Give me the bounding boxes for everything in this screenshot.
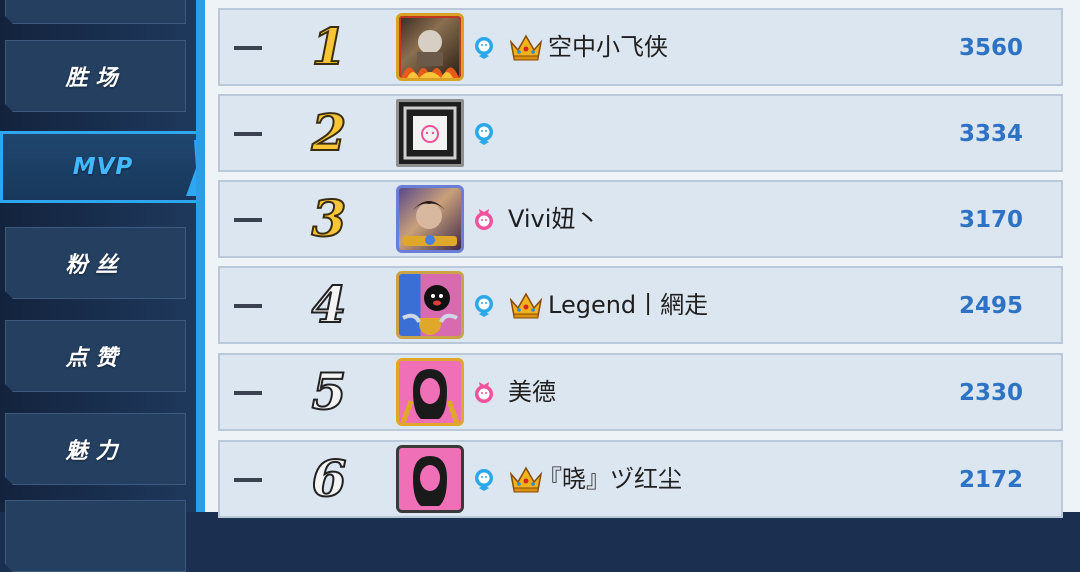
- rank-number: 6: [311, 448, 348, 509]
- sidebar-tab-charm[interactable]: 魅力: [5, 413, 186, 485]
- avatar-frame-star: [403, 201, 457, 246]
- ranking-row[interactable]: 4 Legend丨網走 2495: [218, 266, 1063, 344]
- crown-icon: [509, 292, 543, 319]
- trend-flat-icon: [234, 391, 262, 395]
- mvp-score: 2172: [958, 467, 1023, 493]
- sidebar-tab-label: 魅力: [65, 439, 126, 464]
- sidebar-tab-label: 点赞: [65, 346, 126, 371]
- sidebar-tab-fans[interactable]: 粉丝: [5, 227, 186, 299]
- trend-flat-icon: [234, 478, 262, 482]
- sidebar-tab-partial-bottom[interactable]: [5, 500, 186, 572]
- mvp-score: 3560: [958, 35, 1023, 61]
- ranking-row[interactable]: 3 Vivi妞丶 3170: [218, 180, 1063, 258]
- avatar[interactable]: [396, 358, 464, 426]
- mvp-score: 3334: [958, 121, 1023, 147]
- trend-flat-icon: [234, 218, 262, 222]
- mvp-score: 3170: [958, 207, 1023, 233]
- player-name: 『晓』ヅ红尘: [538, 465, 682, 493]
- trend-flat-icon: [234, 46, 262, 50]
- crown-icon: [509, 34, 543, 61]
- male-icon: [475, 295, 493, 317]
- sidebar-tab-label: 胜场: [65, 66, 126, 91]
- female-icon: [475, 382, 493, 403]
- female-icon: [475, 209, 493, 230]
- avatar[interactable]: [396, 271, 464, 339]
- player-name: Vivi妞丶: [508, 205, 600, 233]
- avatar[interactable]: [396, 185, 464, 253]
- rank-number: 5: [311, 361, 348, 422]
- mvp-score: 2330: [958, 380, 1023, 406]
- sidebar-tab-wins[interactable]: 胜场: [5, 40, 186, 112]
- sidebar-rail: [196, 0, 205, 512]
- male-icon: [475, 37, 493, 59]
- sidebar-tab-mvp[interactable]: MVP: [0, 131, 206, 203]
- player-name: 美德: [508, 378, 556, 406]
- ranking-row[interactable]: 1 空中小飞侠 3560: [218, 8, 1063, 86]
- sidebar-tab-label: MVP: [72, 154, 134, 180]
- ranking-row[interactable]: 2 3334: [218, 94, 1063, 172]
- sidebar-tab-label: 粉丝: [65, 253, 126, 278]
- rank-number: 1: [311, 16, 348, 77]
- ranking-row[interactable]: 5 美德 2330: [218, 353, 1063, 431]
- player-name: Legend丨網走: [548, 291, 709, 319]
- ranking-row[interactable]: 6 『晓』ヅ红尘 2172: [218, 440, 1063, 518]
- avatar-frame-flames: [401, 30, 459, 78]
- male-icon: [475, 469, 493, 491]
- male-icon: [475, 123, 493, 145]
- rank-number: 2: [311, 102, 348, 163]
- avatar-default-female: [400, 369, 460, 423]
- avatar[interactable]: [396, 13, 464, 81]
- player-name: 空中小飞侠: [548, 33, 668, 61]
- trend-flat-icon: [234, 132, 262, 136]
- sidebar-tab-likes[interactable]: 点赞: [5, 320, 186, 392]
- avatar[interactable]: [396, 445, 464, 513]
- avatar[interactable]: [396, 99, 464, 167]
- mvp-score: 2495: [958, 293, 1023, 319]
- avatar-default-female: [413, 456, 447, 506]
- sidebar-tab-partial[interactable]: [5, 0, 186, 24]
- rank-number: 4: [311, 274, 348, 335]
- trend-flat-icon: [234, 304, 262, 308]
- avatar-frame-trophy: [402, 285, 458, 335]
- rank-number: 3: [311, 188, 348, 249]
- sidebar: 胜场 MVP 粉丝 点赞 魅力: [0, 0, 206, 512]
- avatar-default-frame: [403, 106, 457, 160]
